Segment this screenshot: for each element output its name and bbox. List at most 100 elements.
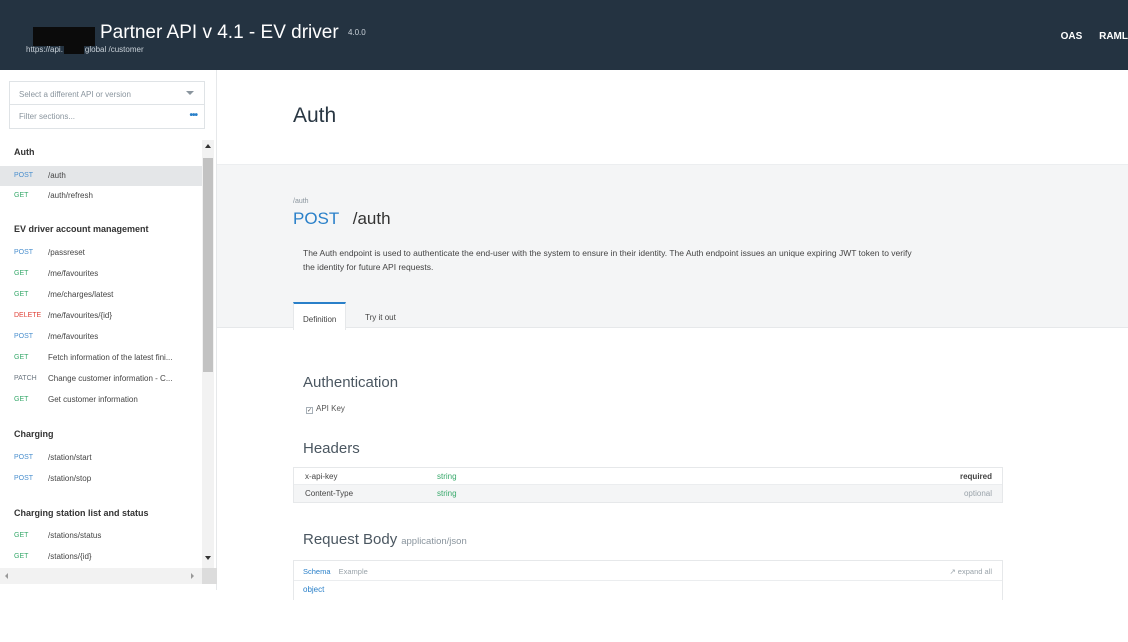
tab-definition[interactable]: Definition — [293, 302, 347, 330]
method-badge: GET — [14, 532, 29, 539]
scroll-thumb[interactable] — [203, 158, 213, 372]
sidebar-item-get-charges-latest[interactable]: GET /me/charges/latest — [0, 285, 202, 305]
sidebar-item-get-stations-status[interactable]: GET /stations/status — [0, 526, 202, 546]
sidebar-item-get-auth-refresh[interactable]: GET /auth/refresh — [0, 186, 202, 206]
sidebar-item-post-station-start[interactable]: POST /station/start — [0, 448, 202, 468]
nav-section-station-list[interactable]: Charging station list and status — [14, 508, 149, 518]
method-badge: POST — [14, 172, 34, 179]
method-badge: GET — [14, 291, 29, 298]
api-title-text: Partner API v 4.1 - EV driver — [100, 22, 339, 43]
sidebar-item-label: /auth — [48, 171, 66, 180]
endpoint-path-small: /auth — [293, 198, 309, 205]
table-row: x-api-key string required — [294, 468, 1002, 485]
authentication-heading: Authentication — [303, 374, 399, 391]
headers-table: x-api-key string required Content-Type s… — [293, 467, 1003, 503]
header-type: string — [437, 472, 457, 481]
scroll-down-arrow-icon[interactable] — [205, 556, 211, 560]
request-body-title: Request Body — [303, 531, 398, 548]
oas-link[interactable]: OAS — [1061, 31, 1083, 42]
endpoint-path: /auth — [352, 209, 391, 228]
scroll-up-arrow-icon[interactable] — [205, 144, 211, 148]
api-version: 4.0.0 — [347, 28, 366, 38]
method-badge: GET — [14, 270, 29, 277]
header-name: Content-Type — [305, 489, 354, 498]
expand-all-link[interactable]: ↗ expand all — [949, 567, 992, 576]
base-url-prefix: https://api. — [26, 45, 63, 54]
endpoint-heading: POST /auth — [293, 209, 391, 229]
endpoint-method: POST — [293, 209, 339, 228]
sidebar-item-label: /station/start — [48, 453, 92, 462]
sidebar-item-patch-customer[interactable]: PATCH Change customer information - C... — [0, 369, 202, 389]
api-version-select[interactable]: Select a different API or version — [9, 81, 205, 105]
sidebar-item-post-passreset[interactable]: POST /passreset — [0, 243, 202, 263]
sidebar-item-post-favourites[interactable]: POST /me/favourites — [0, 327, 202, 347]
checkmark-icon: ✓ — [306, 407, 313, 414]
sidebar-item-get-latest-finished[interactable]: GET Fetch information of the latest fini… — [0, 348, 202, 368]
sidebar-item-post-station-stop[interactable]: POST /station/stop — [0, 469, 202, 489]
sidebar-nav: Auth POST /auth GET /auth/refresh EV dri… — [0, 142, 202, 642]
method-badge: POST — [14, 454, 34, 461]
sidebar: Select a different API or version Filter… — [0, 70, 217, 590]
base-url: https://api. global /customer — [26, 45, 144, 55]
header-type: string — [437, 489, 457, 498]
header-requirement: optional — [963, 489, 992, 498]
sidebar-horizontal-scrollbar[interactable] — [0, 568, 217, 584]
tab-try-it-out[interactable]: Try it out — [356, 302, 405, 329]
table-row: Content-Type string optional — [294, 485, 1002, 502]
request-body-box: Schema Example ↗ expand all object — [293, 560, 1003, 600]
chevron-down-icon — [186, 91, 194, 95]
main-content: Auth /auth POST /auth The Auth endpoint … — [217, 70, 1128, 600]
auth-method-item: ✓ API Key — [306, 404, 345, 414]
sidebar-item-label: /station/stop — [48, 474, 92, 483]
method-badge: PATCH — [14, 375, 37, 382]
nav-section-ev-driver[interactable]: EV driver account management — [14, 224, 149, 234]
api-version-select-text: Select a different API or version — [19, 90, 131, 99]
endpoint-panel: /auth POST /auth The Auth endpoint is us… — [217, 164, 1128, 330]
request-body-content-type: application/json — [401, 536, 467, 547]
request-body-heading: Request Body application/json — [303, 531, 467, 548]
sidebar-item-label: /me/favourites — [48, 332, 99, 341]
nav-section-charging[interactable]: Charging — [14, 429, 54, 439]
sidebar-item-label: /stations/status — [48, 531, 102, 540]
sidebar-item-get-station-by-id[interactable]: GET /stations/{id} — [0, 547, 202, 567]
method-badge: GET — [14, 553, 29, 560]
headers-heading: Headers — [303, 440, 360, 457]
tab-example[interactable]: Example — [339, 567, 368, 576]
method-badge: GET — [14, 354, 29, 361]
method-badge: POST — [14, 333, 34, 340]
divider — [294, 580, 1002, 581]
page-title: Auth — [293, 104, 337, 127]
sidebar-item-label: /me/charges/latest — [48, 290, 114, 299]
app-header: Partner API v 4.1 - EV driver 4.0.0 http… — [0, 0, 1128, 70]
more-dots-icon[interactable]: ••• — [189, 110, 197, 121]
sidebar-item-label: /me/favourites/{id} — [48, 311, 113, 320]
sidebar-item-label: Change customer information - C... — [48, 374, 173, 383]
nav-section-auth[interactable]: Auth — [14, 147, 35, 157]
api-title: Partner API v 4.1 - EV driver 4.0.0 — [100, 22, 366, 44]
scroll-left-arrow-icon[interactable] — [5, 573, 8, 579]
method-badge: GET — [14, 192, 29, 199]
request-body-tabs: Schema Example — [303, 567, 368, 576]
endpoint-description: The Auth endpoint is used to authenticat… — [303, 248, 912, 272]
scroll-right-arrow-icon[interactable] — [191, 573, 194, 579]
redacted-url-part — [63, 45, 84, 55]
sidebar-item-label: /stations/{id} — [48, 552, 92, 561]
sidebar-vertical-scrollbar[interactable] — [202, 140, 214, 568]
tab-schema[interactable]: Schema — [303, 567, 331, 576]
sidebar-item-get-customer[interactable]: GET Get customer information — [0, 390, 202, 410]
sidebar-item-label: /me/favourites — [48, 269, 99, 278]
header-links: OAS RAML — [1047, 31, 1128, 42]
sidebar-item-post-auth[interactable]: POST /auth — [0, 166, 202, 186]
base-url-suffix: global /customer — [84, 45, 144, 54]
sidebar-item-get-favourites[interactable]: GET /me/favourites — [0, 264, 202, 284]
sidebar-item-delete-favourite[interactable]: DELETE /me/favourites/{id} — [0, 306, 202, 326]
header-name: x-api-key — [305, 472, 338, 481]
sidebar-item-label: /passreset — [48, 248, 85, 257]
auth-method-label: API Key — [316, 404, 345, 413]
sidebar-item-label: /auth/refresh — [48, 191, 93, 200]
method-badge: GET — [14, 396, 29, 403]
raml-link[interactable]: RAML — [1099, 31, 1128, 42]
filter-sections-input[interactable]: Filter sections... ••• — [9, 105, 205, 129]
header-requirement: required — [959, 472, 992, 481]
scroll-corner — [202, 568, 217, 584]
